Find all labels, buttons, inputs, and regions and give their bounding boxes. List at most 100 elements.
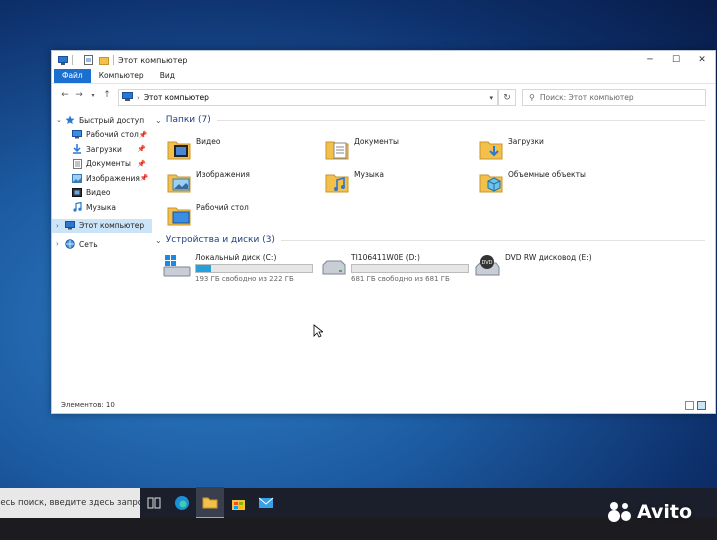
breadcrumb[interactable]: Этот компьютер — [144, 93, 209, 102]
tab-file[interactable]: Файл — [54, 69, 91, 83]
tiles-view-icon[interactable] — [697, 400, 706, 410]
pin-icon[interactable]: 📌 — [137, 145, 146, 153]
downloads-icon — [72, 144, 82, 154]
sidebar-item-network[interactable]: › Сеть — [52, 237, 152, 252]
pictures-folder-icon — [167, 170, 191, 194]
chevron-right-icon[interactable]: › — [56, 240, 65, 248]
navigation-pane: ⌄ Быстрый доступ Рабочий стол 📌 Загрузки… — [52, 113, 152, 395]
sidebar-item-pictures[interactable]: Изображения 📌 — [52, 171, 152, 186]
watermark-text: Avito — [637, 501, 693, 523]
folder-documents[interactable]: Документы — [325, 137, 399, 161]
sidebar-item-quick-access[interactable]: ⌄ Быстрый доступ — [52, 113, 152, 128]
folder-3d-objects[interactable]: Объемные объекты — [479, 170, 586, 194]
content-pane: ⌄ Папки (7) Видео Документы Загрузки Изо… — [153, 113, 713, 395]
desktop-folder-icon — [167, 203, 191, 227]
folder-label: Рабочий стол — [196, 203, 249, 212]
music-folder-icon — [325, 170, 349, 194]
hard-drive-icon — [319, 253, 347, 279]
ribbon-tabs: Файл Компьютер Вид — [52, 69, 715, 84]
sidebar-item-downloads[interactable]: Загрузки 📌 — [52, 142, 152, 157]
file-explorer-icon[interactable] — [196, 487, 224, 519]
pin-icon[interactable]: 📌 — [140, 174, 149, 182]
back-arrow-icon[interactable]: ← — [58, 88, 72, 102]
refresh-icon[interactable]: ↻ — [498, 89, 516, 106]
folder-downloads[interactable]: Загрузки — [479, 137, 544, 161]
minimize-button[interactable]: ─ — [637, 51, 663, 69]
task-view-icon[interactable] — [140, 488, 168, 518]
star-icon — [65, 115, 75, 125]
documents-icon — [72, 158, 82, 169]
sidebar-item-label: Рабочий стол — [86, 130, 139, 140]
computer-icon — [122, 92, 133, 103]
folder-pictures[interactable]: Изображения — [167, 170, 250, 194]
up-arrow-icon[interactable]: ↑ — [100, 88, 114, 102]
computer-icon — [65, 221, 75, 231]
sidebar-item-label: Изображения — [86, 173, 140, 183]
chevron-down-icon[interactable]: ⌄ — [56, 116, 65, 124]
close-button[interactable]: ✕ — [689, 51, 715, 69]
mail-icon[interactable] — [252, 488, 280, 518]
sidebar-item-videos[interactable]: Видео — [52, 186, 152, 201]
folder-music[interactable]: Музыка — [325, 170, 384, 194]
store-icon[interactable] — [224, 488, 252, 518]
address-dropdown-icon[interactable]: ▾ — [489, 94, 493, 102]
divider — [216, 119, 705, 121]
sidebar-item-label: Этот компьютер — [79, 221, 145, 231]
sidebar-item-label: Музыка — [86, 202, 116, 212]
dvd-drive-icon: DVD — [473, 253, 501, 279]
mouse-cursor-icon — [313, 323, 325, 342]
maximize-button[interactable]: ☐ — [663, 51, 689, 69]
title-bar: Этот компьютер ─ ☐ ✕ — [52, 51, 715, 69]
forward-arrow-icon[interactable]: → — [72, 88, 86, 102]
sidebar-item-label: Сеть — [79, 239, 98, 249]
divider — [113, 55, 114, 65]
edge-icon[interactable] — [168, 488, 196, 518]
divider — [72, 55, 73, 65]
chevron-down-icon[interactable]: ⌄ — [155, 116, 162, 125]
drive-usage-bar — [195, 264, 313, 273]
drive-d[interactable]: TI106411W0E (D:) 681 ГБ свободно из 681 … — [319, 253, 469, 283]
drive-usage-fill — [196, 265, 212, 272]
drive-e[interactable]: DVD DVD RW дисковод (E:) — [473, 253, 592, 279]
explorer-window: Этот компьютер ─ ☐ ✕ Файл Компьютер Вид … — [51, 50, 716, 414]
folder-videos[interactable]: Видео — [167, 137, 220, 161]
folder-label: Музыка — [354, 170, 384, 179]
address-bar[interactable]: › Этот компьютер ▾ — [118, 89, 498, 106]
group-title: Папки (7) — [165, 115, 211, 125]
sidebar-item-this-pc[interactable]: › Этот компьютер — [52, 218, 152, 233]
folders-group-header[interactable]: ⌄ Папки (7) — [155, 115, 705, 125]
videos-folder-icon — [167, 137, 191, 161]
folder-label: Видео — [196, 137, 221, 146]
avito-watermark: Avito — [606, 500, 692, 524]
folder-label: Объемные объекты — [508, 170, 586, 179]
new-folder-icon[interactable] — [99, 55, 109, 65]
tab-view[interactable]: Вид — [152, 69, 183, 83]
windows-drive-icon — [163, 253, 191, 279]
folder-desktop[interactable]: Рабочий стол — [167, 203, 249, 227]
desktop-icon — [72, 130, 82, 140]
drive-name: DVD RW дисковод (E:) — [505, 253, 592, 262]
sidebar-item-desktop[interactable]: Рабочий стол 📌 — [52, 128, 152, 143]
pin-icon[interactable]: 📌 — [137, 160, 146, 168]
recent-chevron-icon[interactable]: ▾ — [86, 88, 100, 102]
drive-free-space: 681 ГБ свободно из 681 ГБ — [351, 275, 450, 283]
drive-usage-bar — [351, 264, 469, 273]
sidebar-item-documents[interactable]: Документы 📌 — [52, 157, 152, 172]
search-input[interactable]: ⚲ Поиск: Этот компьютер — [522, 89, 706, 106]
drive-name: TI106411W0E (D:) — [351, 253, 420, 262]
taskbar-search-input[interactable]: здесь поиск, введите здесь запрос — [0, 488, 140, 518]
sidebar-item-label: Загрузки — [86, 144, 122, 154]
breadcrumb-chevron-icon[interactable]: › — [137, 94, 140, 102]
drive-free-space: 193 ГБ свободно из 222 ГБ — [195, 275, 294, 283]
drives-group-header[interactable]: ⌄ Устройства и диски (3) — [155, 235, 705, 245]
drive-c[interactable]: Локальный диск (C:) 193 ГБ свободно из 2… — [163, 253, 313, 283]
details-view-icon[interactable] — [685, 400, 694, 410]
pictures-icon — [72, 173, 82, 183]
properties-icon[interactable] — [83, 55, 93, 65]
pin-icon[interactable]: 📌 — [139, 131, 148, 139]
chevron-down-icon[interactable]: ⌄ — [155, 236, 162, 245]
tab-computer[interactable]: Компьютер — [91, 69, 152, 83]
folder-label: Документы — [354, 137, 399, 146]
sidebar-item-music[interactable]: Музыка — [52, 200, 152, 215]
chevron-right-icon[interactable]: › — [56, 222, 65, 230]
